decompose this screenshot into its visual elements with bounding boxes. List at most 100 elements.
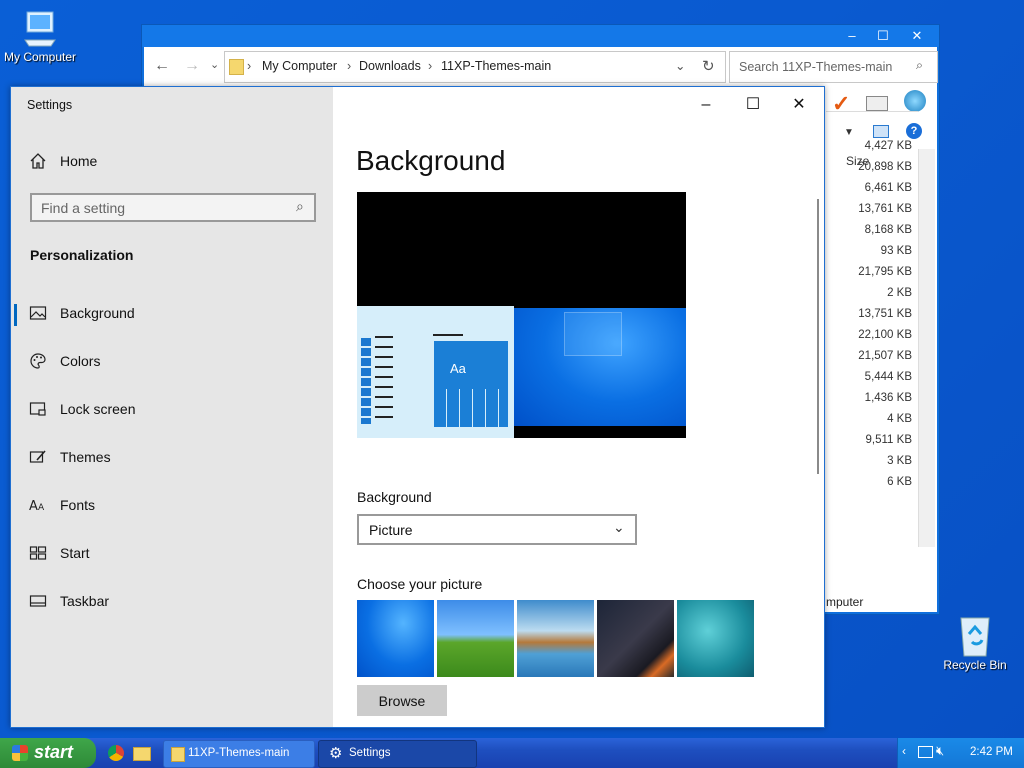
clock-time[interactable]: 2:42 PM: [970, 746, 1013, 758]
settings-close-button[interactable]: ✕: [784, 95, 814, 115]
svg-text:A: A: [38, 503, 45, 513]
file-size-cell: 21,507 KB: [858, 350, 912, 362]
my-computer-desktop-icon[interactable]: My Computer: [0, 10, 80, 64]
picture-thumbnail-3[interactable]: [517, 600, 594, 677]
forward-arrow-icon[interactable]: →: [184, 57, 200, 75]
file-size-cell: 2 KB: [887, 287, 912, 299]
find-setting-input[interactable]: Find a setting ⌕: [30, 193, 316, 222]
explorer-maximize-button[interactable]: ☐: [868, 27, 898, 45]
folder-icon: [171, 747, 185, 762]
nav-selection-indicator: [14, 304, 17, 326]
settings-minimize-button[interactable]: –: [691, 95, 721, 115]
nav-start[interactable]: Start: [11, 534, 333, 574]
recent-chevron-icon[interactable]: ⌄: [210, 58, 219, 71]
palette-icon: [30, 353, 46, 369]
task-explorer-label: 11XP-Themes-main: [188, 747, 290, 759]
settings-window-title: Settings: [27, 98, 73, 112]
file-size-cell: 8,168 KB: [864, 224, 912, 236]
explorer-minimize-button[interactable]: –: [837, 27, 867, 45]
settings-maximize-button[interactable]: ☐: [738, 95, 768, 115]
file-size-cell: 6,461 KB: [864, 182, 912, 194]
back-arrow-icon[interactable]: ←: [154, 57, 170, 75]
nav-start-label: Start: [60, 545, 90, 561]
address-dropdown-icon[interactable]: ⌄: [675, 58, 685, 73]
start-button[interactable]: start: [0, 738, 96, 768]
file-size-cell: 13,751 KB: [858, 308, 912, 320]
find-setting-placeholder: Find a setting: [41, 200, 126, 216]
windows-flag-icon: [12, 745, 28, 761]
task-explorer[interactable]: 11XP-Themes-main: [163, 740, 315, 768]
file-size-cell: 6 KB: [887, 476, 912, 488]
recycle-bin-desktop-icon[interactable]: Recycle Bin: [934, 612, 1016, 672]
picture-thumbnail-1[interactable]: [357, 600, 434, 677]
search-icon: ⌕: [296, 198, 304, 214]
image-icon: [29, 306, 47, 320]
address-bar[interactable]: › My Computer › Downloads › 11XP-Themes-…: [224, 51, 726, 83]
preview-wallpaper: [514, 308, 686, 426]
explorer-quicklaunch-icon[interactable]: [133, 747, 151, 761]
volume-muted-icon[interactable]: 🔇︎: [936, 743, 944, 759]
nav-taskbar[interactable]: Taskbar: [11, 582, 333, 622]
svg-text:A: A: [29, 499, 38, 514]
taskbar: start 11XP-Themes-main ⚙ Settings ‹ 🔇︎ 2…: [0, 738, 1024, 768]
breadcrumb-downloads[interactable]: Downloads: [359, 59, 421, 73]
file-size-cell: 21,795 KB: [858, 266, 912, 278]
chrome-quicklaunch-icon[interactable]: [108, 745, 124, 761]
explorer-vertical-scrollbar[interactable]: [918, 149, 935, 547]
my-computer-label: My Computer: [3, 50, 77, 64]
task-settings[interactable]: ⚙ Settings: [318, 740, 477, 768]
nav-home-label: Home: [60, 153, 98, 169]
taskbar-icon: [29, 595, 47, 607]
folder-icon: [229, 59, 244, 75]
start-label: start: [34, 742, 74, 762]
chevron-down-icon: ⌄: [613, 519, 625, 535]
breadcrumb-my-computer[interactable]: My Computer: [262, 59, 337, 73]
nav-themes-label: Themes: [60, 449, 111, 465]
settings-sidebar: Settings Home Find a setting ⌕ Personali…: [11, 87, 333, 727]
background-type-value: Picture: [369, 522, 413, 538]
preview-tiles-grid: [434, 389, 508, 427]
recycle-bin-icon: [960, 617, 990, 657]
background-type-select[interactable]: Picture ⌄: [357, 514, 637, 545]
nav-background[interactable]: Background: [11, 294, 333, 334]
chevron-left-icon[interactable]: ‹: [902, 744, 906, 758]
nav-colors[interactable]: Colors: [11, 342, 333, 382]
explorer-search-input[interactable]: Search 11XP-Themes-main ⌕: [729, 51, 938, 83]
picture-thumbnail-2[interactable]: [437, 600, 514, 677]
recycle-bin-label: Recycle Bin: [943, 658, 1007, 672]
background-label: Background: [357, 489, 432, 505]
preview-start-menu: Aa: [357, 306, 514, 438]
picture-thumbnail-4[interactable]: [597, 600, 674, 677]
page-title: Background: [356, 145, 506, 176]
desktop-preview: Aa: [357, 192, 686, 438]
nav-home[interactable]: Home: [11, 142, 333, 182]
task-settings-label: Settings: [349, 747, 391, 759]
file-size-cell: 3 KB: [887, 455, 912, 467]
nav-fonts-label: Fonts: [60, 497, 96, 513]
size-list: 4,427 KB 20,898 KB 6,461 KB 13,761 KB 8,168 …: [826, 136, 912, 493]
explorer-address-row: ← → ⌄ › My Computer › Downloads › 11XP-T…: [144, 47, 938, 87]
nav-lock-screen[interactable]: Lock screen: [11, 390, 333, 430]
size-column-header[interactable]: Size: [826, 87, 918, 168]
preview-list-lines: [375, 336, 393, 424]
nav-fonts[interactable]: AA Fonts: [11, 486, 333, 526]
settings-window: Settings Home Find a setting ⌕ Personali…: [10, 86, 825, 728]
windows-logo-icon: [564, 312, 622, 356]
nav-themes[interactable]: Themes: [11, 438, 333, 478]
gear-icon: ⚙: [329, 745, 343, 762]
explorer-close-button[interactable]: ✕: [902, 27, 932, 45]
choose-picture-label: Choose your picture: [357, 576, 483, 592]
breadcrumb-current-folder[interactable]: 11XP-Themes-main: [441, 59, 551, 73]
content-scrollbar[interactable]: [817, 199, 819, 474]
explorer-titlebar[interactable]: – ☐ ✕: [142, 25, 939, 47]
file-size-cell: 4 KB: [887, 413, 912, 425]
refresh-icon[interactable]: ↻: [702, 57, 715, 75]
file-size-cell: 1,436 KB: [864, 392, 912, 404]
home-icon: [30, 153, 46, 169]
breadcrumb-sep-icon: ›: [247, 59, 252, 73]
search-icon: ⌕: [916, 58, 924, 72]
network-icon[interactable]: [918, 746, 933, 758]
start-icon: [29, 546, 47, 560]
picture-thumbnail-5[interactable]: [677, 600, 754, 677]
browse-button[interactable]: Browse: [357, 685, 447, 716]
